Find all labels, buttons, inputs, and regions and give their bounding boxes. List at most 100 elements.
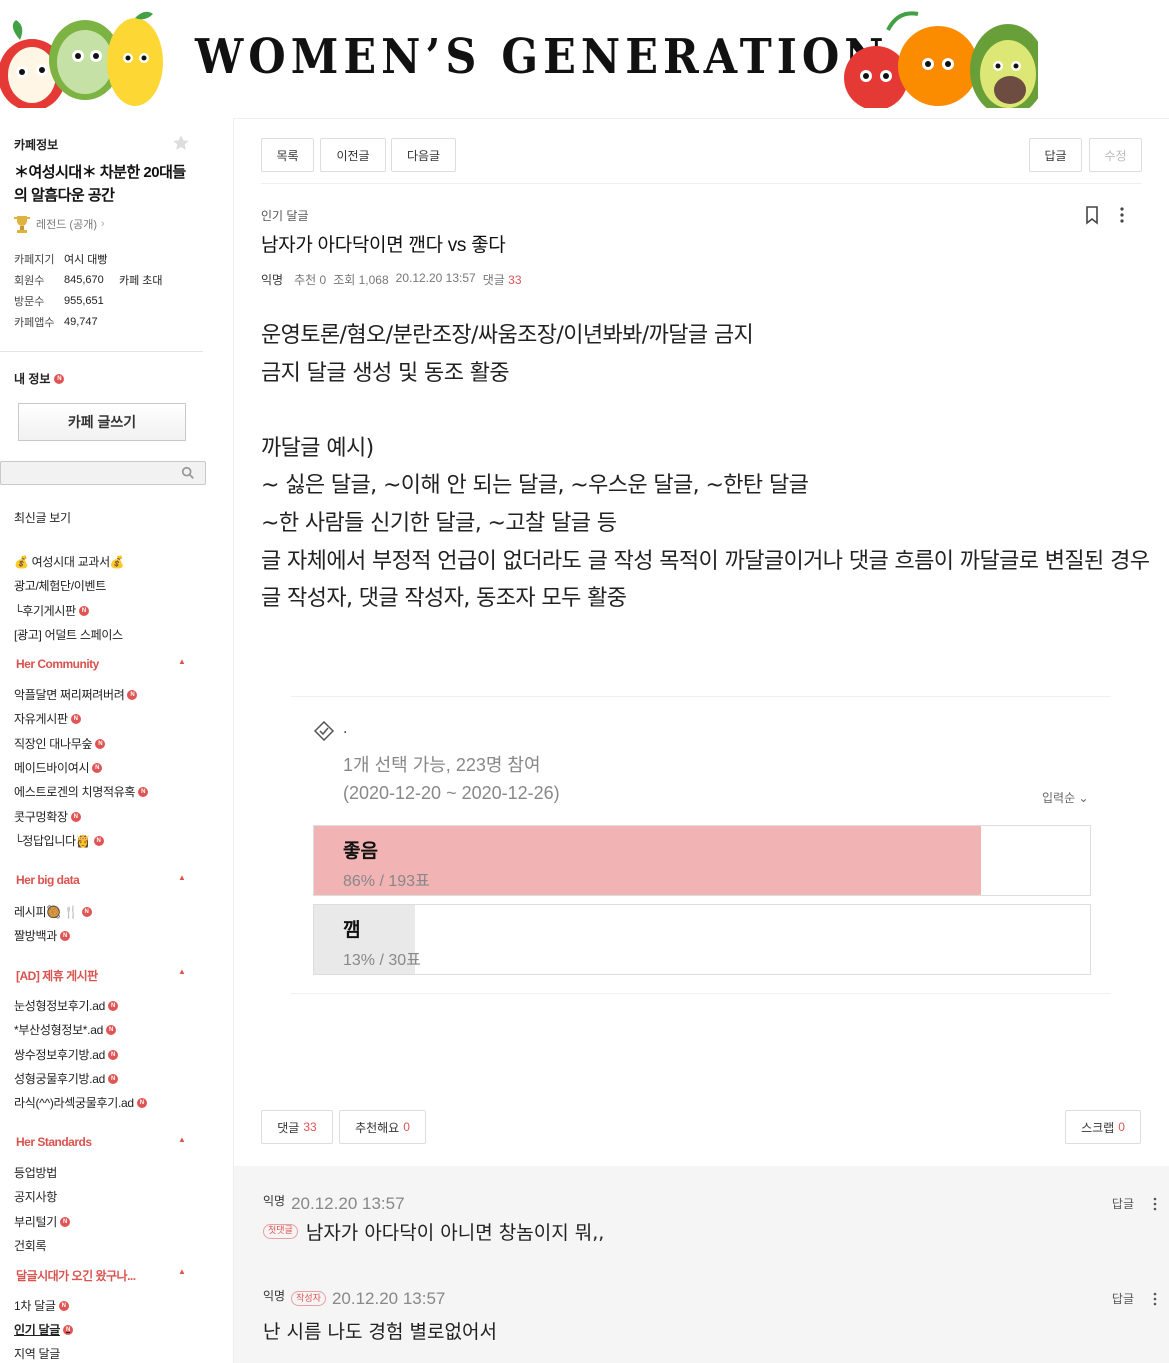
- edit-button[interactable]: 수정: [1089, 138, 1142, 172]
- stat-label: 방문수: [14, 295, 45, 308]
- fruit-right-illustration: [844, 11, 1038, 108]
- cafe-banner[interactable]: WOMEN’S GENERATION: [0, 0, 1169, 108]
- new-badge: N: [59, 930, 70, 941]
- sidebar-item-board[interactable]: 건회록: [14, 1237, 47, 1254]
- collapse-caret-icon[interactable]: ▲: [178, 1267, 186, 1276]
- sidebar-item-board[interactable]: 에스트로겐의 치명적유혹 N: [14, 783, 149, 800]
- comment-list: 익명 20.12.20 13:57 첫댓글 남자가 아다닥이 아니면 창놈이지 …: [234, 1166, 1169, 1363]
- sidebar-item-label: └후기게시판: [14, 604, 76, 618]
- sidebar-item-board[interactable]: *부산성형정보*.ad N: [14, 1021, 116, 1038]
- comment-reply-button[interactable]: 답글: [1112, 1195, 1134, 1212]
- cafe-name[interactable]: ＊여성시대＊ 차분한 20대들의 알흠다운 공간: [14, 161, 199, 207]
- sidebar-item-board[interactable]: 짤방백과 N: [14, 927, 70, 944]
- sidebar-item-label: 자유게시판: [14, 712, 68, 726]
- scrap-button[interactable]: 스크랩 0: [1065, 1110, 1141, 1144]
- recommend-count: 추천 0: [294, 273, 327, 287]
- group-her-standards[interactable]: Her Standards: [16, 1135, 92, 1149]
- new-badge: N: [107, 1073, 118, 1084]
- writer-tag: 작성자: [291, 1291, 326, 1306]
- new-badge: N: [81, 906, 92, 917]
- sidebar-item-board[interactable]: 쌍수정보후기방.ad N: [14, 1046, 118, 1063]
- chevron-down-icon: ⌄: [1078, 791, 1089, 805]
- sidebar-item-label: 공지사항: [14, 1190, 57, 1204]
- stat-value[interactable]: 여시 대빵: [64, 251, 119, 267]
- collapse-caret-icon[interactable]: ▲: [178, 1135, 186, 1144]
- cafe-write-button[interactable]: 카페 글쓰기: [18, 403, 186, 441]
- first-comment-tag: 첫댓글: [263, 1224, 298, 1239]
- sidebar-item-ads[interactable]: 광고/체험단/이벤트: [14, 577, 106, 594]
- sidebar-item-board[interactable]: 라식(^^)라섹궁물후기.ad N: [14, 1094, 147, 1111]
- comment-label: 댓글: [482, 273, 505, 287]
- new-badge: N: [136, 1097, 147, 1108]
- favorite-star-icon[interactable]: [172, 134, 190, 152]
- sidebar-item-board[interactable]: 공지사항: [14, 1188, 57, 1205]
- comment-count: 33: [508, 273, 522, 287]
- sidebar-item-label: 건회록: [14, 1239, 47, 1253]
- poll-option[interactable]: 좋음 86% / 193표: [313, 825, 1091, 896]
- comment-author[interactable]: 익명: [263, 1287, 285, 1304]
- sidebar-item-board[interactable]: 눈성형정보후기.ad N: [14, 997, 118, 1014]
- sidebar-item-board[interactable]: 콧구멍확장 N: [14, 808, 81, 825]
- author-name[interactable]: 익명: [261, 271, 283, 288]
- latest-posts-link[interactable]: 최신글 보기: [14, 509, 71, 526]
- cafe-grade[interactable]: 레전드 (공개) ›: [12, 214, 105, 234]
- group-her-community[interactable]: Her Community: [16, 657, 99, 671]
- new-badge: N: [105, 1024, 116, 1035]
- sidebar-item-board[interactable]: 메이드바이여시 N: [14, 759, 103, 776]
- poll-sort-dropdown[interactable]: 입력순 ⌄: [1042, 789, 1089, 806]
- group-her-big-data[interactable]: Her big data: [16, 873, 80, 887]
- sidebar-item-board[interactable]: └정답입니다👸 N: [14, 832, 104, 849]
- sidebar-item-board[interactable]: 지역 달글: [14, 1345, 60, 1362]
- sidebar-item-board[interactable]: 1차 달글 N: [14, 1297, 69, 1314]
- comment-toggle-button[interactable]: 댓글 33: [261, 1110, 333, 1144]
- comment-header: 익명 작성자 20.12.20 13:57: [263, 1287, 1143, 1309]
- recommend-button[interactable]: 추천해요 0: [339, 1110, 426, 1144]
- poll-description: 1개 선택 가능, 223명 참여 (2020-12-20 ~ 2020-12-…: [343, 751, 560, 807]
- comment-item: 익명 작성자 20.12.20 13:57 난 시름 나도 경험 별로없어서: [263, 1287, 1143, 1344]
- comment-author[interactable]: 익명: [263, 1192, 285, 1209]
- sidebar-item-textbook[interactable]: 💰 여성시대 교과서💰: [14, 553, 125, 570]
- comment-count-link[interactable]: 댓글 33: [483, 271, 522, 288]
- collapse-caret-icon[interactable]: ▲: [178, 657, 186, 666]
- sidebar-item-board[interactable]: 레시피🥘 🍴 N: [14, 903, 92, 920]
- poll-title: .: [343, 721, 348, 737]
- sidebar-item-board[interactable]: 등업방법: [14, 1164, 57, 1181]
- sidebar-item-board[interactable]: 직장인 대나무숲 N: [14, 735, 106, 752]
- poll-option-result: 13% / 30표: [343, 952, 421, 969]
- new-badge: N: [63, 1324, 73, 1335]
- sidebar-item-board[interactable]: 부리털기 N: [14, 1213, 70, 1230]
- collapse-caret-icon[interactable]: ▲: [178, 967, 186, 976]
- more-vertical-icon[interactable]: [1148, 1196, 1162, 1212]
- reply-button[interactable]: 답글: [1029, 138, 1082, 172]
- group-ad-boards[interactable]: [AD] 제휴 게시판: [16, 967, 98, 984]
- sidebar-item-popular-dalgeul[interactable]: 인기 달글 N: [14, 1321, 73, 1338]
- my-info-link[interactable]: 내 정보 N: [14, 370, 65, 387]
- recommend-button-count: 0: [403, 1120, 410, 1134]
- sidebar-item-board[interactable]: 악플달면 쩌리쩌려버려 N: [14, 686, 138, 703]
- group-dalgeul[interactable]: 달글시대가 오긴 왔구나...: [16, 1267, 136, 1284]
- invite-link[interactable]: 카페 초대: [119, 272, 163, 288]
- board-name-link[interactable]: 인기 달글: [261, 207, 309, 224]
- sidebar-item-reviews[interactable]: └후기게시판 N: [14, 602, 89, 619]
- sidebar-item-adult-space[interactable]: [광고] 어덜트 스페이스: [14, 626, 123, 643]
- cafe-search-input[interactable]: [0, 461, 206, 485]
- comment-body: 난 시름 나도 경험 별로없어서: [263, 1317, 1143, 1344]
- sidebar-item-board[interactable]: 자유게시판 N: [14, 710, 81, 727]
- header-divider: [261, 183, 1141, 184]
- bookmark-icon[interactable]: [1084, 205, 1100, 225]
- new-badge: N: [92, 762, 103, 773]
- comment-reply-button[interactable]: 답글: [1112, 1290, 1134, 1307]
- sidebar-item-label: 지역 달글: [14, 1347, 60, 1361]
- sidebar-item-board[interactable]: 성형궁물후기방.ad N: [14, 1070, 118, 1087]
- prev-post-button[interactable]: 이전글: [320, 138, 386, 172]
- more-vertical-icon[interactable]: [1148, 1291, 1162, 1307]
- list-button[interactable]: 목록: [261, 138, 314, 172]
- more-vertical-icon[interactable]: [1114, 205, 1130, 225]
- sidebar-item-label: [광고] 어덜트 스페이스: [14, 628, 123, 642]
- search-icon[interactable]: [181, 466, 195, 480]
- new-badge: N: [127, 689, 138, 700]
- poll-option[interactable]: 깸 13% / 30표: [313, 904, 1091, 975]
- collapse-caret-icon[interactable]: ▲: [178, 873, 186, 882]
- next-post-button[interactable]: 다음글: [391, 138, 456, 172]
- sidebar-item-label: 라식(^^)라섹궁물후기.ad: [14, 1096, 134, 1110]
